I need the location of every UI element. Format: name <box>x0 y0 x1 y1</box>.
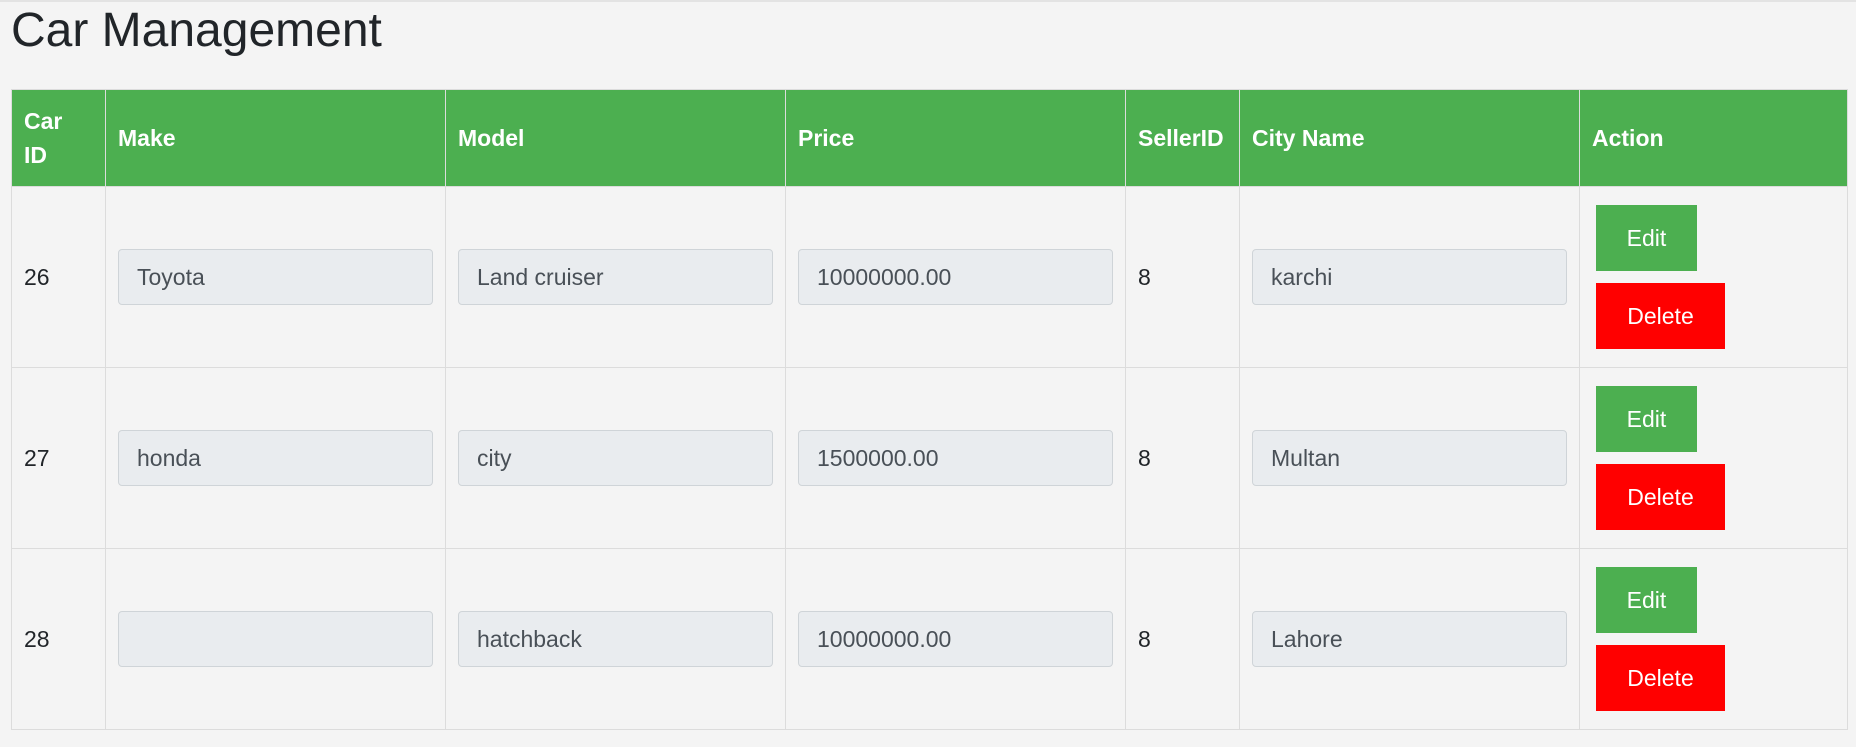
header-city-name: City Name <box>1239 89 1580 187</box>
car-id-cell: 26 <box>11 186 106 368</box>
model-input[interactable] <box>458 430 773 486</box>
model-cell <box>445 186 786 368</box>
price-input[interactable] <box>798 249 1113 305</box>
model-cell <box>445 367 786 549</box>
price-input[interactable] <box>798 430 1113 486</box>
cars-table: Car ID Make Model Price SellerID City Na… <box>11 89 1848 730</box>
seller-id-cell: 8 <box>1125 186 1240 368</box>
price-cell <box>785 548 1126 730</box>
table-row: 26 8 Edit Delete <box>11 186 1848 368</box>
action-buttons: Edit Delete <box>1592 567 1835 711</box>
edit-button[interactable]: Edit <box>1596 386 1697 452</box>
top-rule <box>0 0 1856 2</box>
action-cell: Edit Delete <box>1579 186 1848 368</box>
edit-button[interactable]: Edit <box>1596 567 1697 633</box>
header-action: Action <box>1579 89 1848 187</box>
price-cell <box>785 367 1126 549</box>
city-input[interactable] <box>1252 249 1567 305</box>
action-cell: Edit Delete <box>1579 367 1848 549</box>
model-input[interactable] <box>458 249 773 305</box>
price-cell <box>785 186 1126 368</box>
make-cell <box>105 367 446 549</box>
make-input[interactable] <box>118 611 433 667</box>
action-buttons: Edit Delete <box>1592 205 1835 349</box>
action-buttons: Edit Delete <box>1592 386 1835 530</box>
edit-button[interactable]: Edit <box>1596 205 1697 271</box>
header-seller-id: SellerID <box>1125 89 1240 187</box>
car-id-cell: 28 <box>11 548 106 730</box>
city-cell <box>1239 548 1580 730</box>
seller-id-cell: 8 <box>1125 367 1240 549</box>
make-cell <box>105 548 446 730</box>
delete-button[interactable]: Delete <box>1596 645 1725 711</box>
city-input[interactable] <box>1252 611 1567 667</box>
table-row: 27 8 Edit Delete <box>11 367 1848 549</box>
delete-button[interactable]: Delete <box>1596 283 1725 349</box>
header-price: Price <box>785 89 1126 187</box>
action-cell: Edit Delete <box>1579 548 1848 730</box>
city-cell <box>1239 367 1580 549</box>
table-header-row: Car ID Make Model Price SellerID City Na… <box>11 89 1848 187</box>
model-input[interactable] <box>458 611 773 667</box>
make-input[interactable] <box>118 249 433 305</box>
make-cell <box>105 186 446 368</box>
page-title: Car Management <box>11 4 382 57</box>
delete-button[interactable]: Delete <box>1596 464 1725 530</box>
model-cell <box>445 548 786 730</box>
city-cell <box>1239 186 1580 368</box>
make-input[interactable] <box>118 430 433 486</box>
header-make: Make <box>105 89 446 187</box>
table-row: 28 8 Edit Delete <box>11 548 1848 730</box>
price-input[interactable] <box>798 611 1113 667</box>
seller-id-cell: 8 <box>1125 548 1240 730</box>
header-model: Model <box>445 89 786 187</box>
header-car-id: Car ID <box>11 89 106 187</box>
city-input[interactable] <box>1252 430 1567 486</box>
car-id-cell: 27 <box>11 367 106 549</box>
